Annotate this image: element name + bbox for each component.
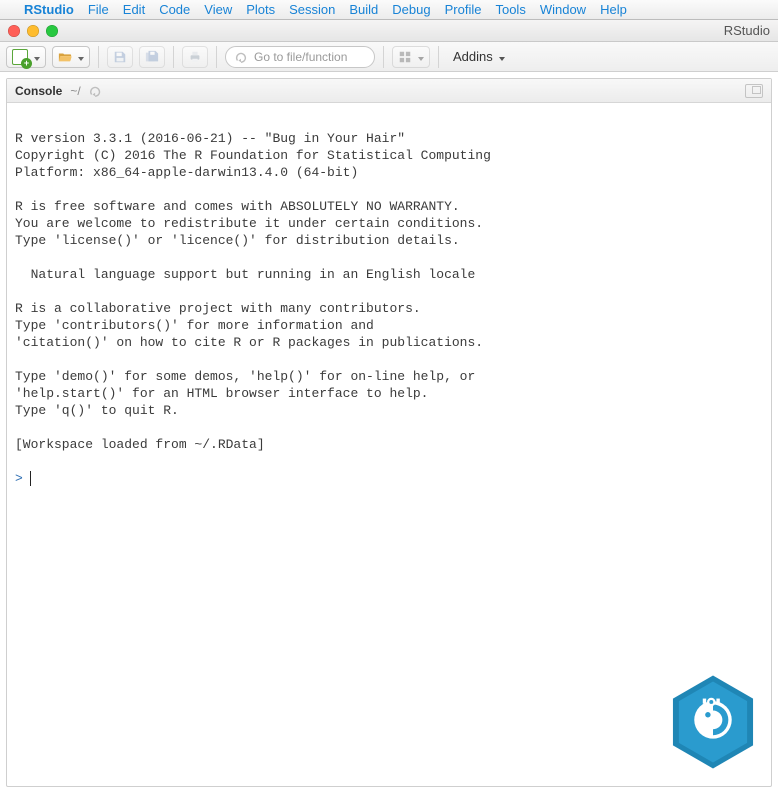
maximize-panel-button[interactable] bbox=[745, 84, 763, 98]
toolbar-separator bbox=[216, 46, 217, 68]
addins-label: Addins bbox=[453, 49, 493, 64]
menubar-plots[interactable]: Plots bbox=[246, 2, 275, 17]
toolbar-separator bbox=[383, 46, 384, 68]
menubar-code[interactable]: Code bbox=[159, 2, 190, 17]
hex-logo-icon bbox=[670, 673, 756, 771]
window-title: RStudio bbox=[724, 23, 770, 38]
goto-arrow-icon bbox=[234, 50, 248, 64]
chevron-down-icon bbox=[497, 49, 505, 64]
toolbar-separator bbox=[98, 46, 99, 68]
window-controls bbox=[8, 25, 58, 37]
addins-menu[interactable]: Addins bbox=[447, 46, 511, 68]
close-window-button[interactable] bbox=[8, 25, 20, 37]
chevron-down-icon bbox=[415, 50, 424, 64]
save-icon bbox=[113, 50, 127, 64]
menubar-profile[interactable]: Profile bbox=[445, 2, 482, 17]
goto-file-function-input[interactable]: Go to file/function bbox=[225, 46, 375, 68]
menubar-help[interactable]: Help bbox=[600, 2, 627, 17]
workspace: Console ~/ R version 3.3.1 (2016-06-21) … bbox=[0, 72, 778, 793]
print-icon bbox=[188, 50, 202, 64]
chevron-down-icon bbox=[75, 50, 84, 64]
open-project-button[interactable] bbox=[52, 46, 90, 68]
zoom-window-button[interactable] bbox=[46, 25, 58, 37]
grid-view-button[interactable] bbox=[392, 46, 430, 68]
console-working-dir[interactable]: ~/ bbox=[70, 84, 80, 98]
new-file-icon: + bbox=[12, 49, 28, 65]
text-cursor bbox=[30, 471, 31, 486]
menubar-edit[interactable]: Edit bbox=[123, 2, 145, 17]
save-all-button[interactable] bbox=[139, 46, 165, 68]
menubar-session[interactable]: Session bbox=[289, 2, 335, 17]
grid-icon bbox=[398, 50, 412, 64]
goto-dir-icon[interactable] bbox=[89, 84, 103, 98]
main-toolbar: + Go to file/function Addins bbox=[0, 42, 778, 72]
goto-placeholder: Go to file/function bbox=[254, 50, 347, 64]
menubar-view[interactable]: View bbox=[204, 2, 232, 17]
save-button[interactable] bbox=[107, 46, 133, 68]
console-panel: Console ~/ R version 3.3.1 (2016-06-21) … bbox=[6, 78, 772, 787]
save-all-icon bbox=[145, 50, 159, 64]
console-prompt: > bbox=[15, 470, 23, 487]
window-titlebar: RStudio bbox=[0, 20, 778, 42]
toolbar-separator bbox=[438, 46, 439, 68]
console-output[interactable]: R version 3.3.1 (2016-06-21) -- "Bug in … bbox=[7, 103, 771, 786]
toolbar-separator bbox=[173, 46, 174, 68]
console-tab[interactable]: Console bbox=[15, 84, 62, 98]
menubar-app[interactable]: RStudio bbox=[24, 2, 74, 17]
mac-menubar: RStudio File Edit Code View Plots Sessio… bbox=[0, 0, 778, 20]
minimize-window-button[interactable] bbox=[27, 25, 39, 37]
folder-open-icon bbox=[58, 50, 72, 64]
menubar-window[interactable]: Window bbox=[540, 2, 586, 17]
print-button[interactable] bbox=[182, 46, 208, 68]
chevron-down-icon bbox=[31, 50, 40, 64]
new-file-button[interactable]: + bbox=[6, 46, 46, 68]
menubar-tools[interactable]: Tools bbox=[495, 2, 525, 17]
menubar-build[interactable]: Build bbox=[349, 2, 378, 17]
menubar-file[interactable]: File bbox=[88, 2, 109, 17]
menubar-debug[interactable]: Debug bbox=[392, 2, 430, 17]
console-header: Console ~/ bbox=[7, 79, 771, 103]
